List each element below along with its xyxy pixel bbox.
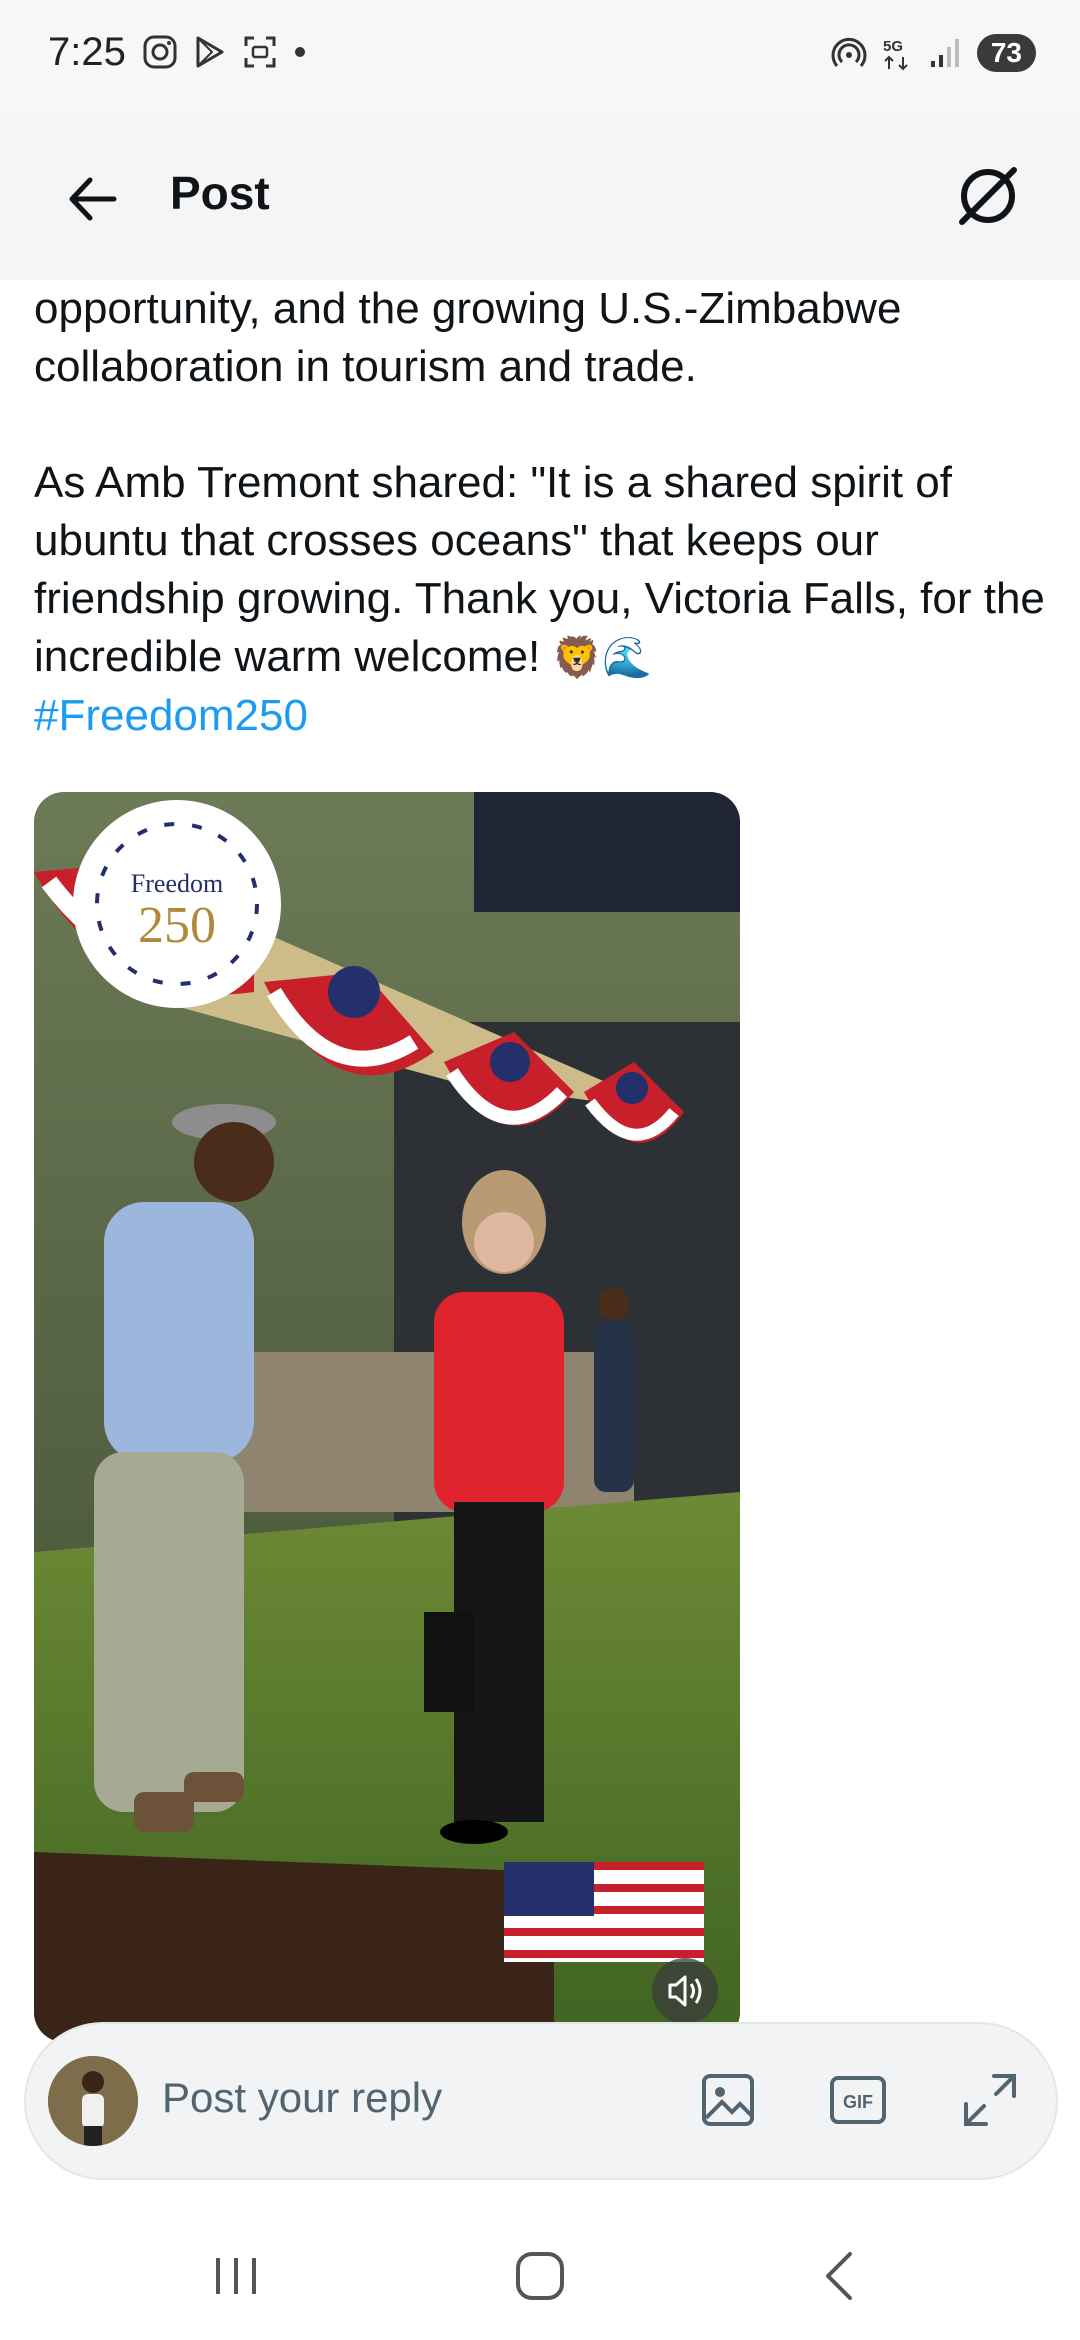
system-nav-bar [0, 2200, 1080, 2340]
image-icon[interactable] [696, 2068, 760, 2132]
reply-input[interactable]: Post your reply [162, 2074, 442, 2122]
home-icon[interactable] [500, 2236, 580, 2316]
back-arrow-icon[interactable] [58, 164, 128, 234]
svg-text:5G: 5G [883, 38, 903, 55]
gif-icon[interactable]: GIF [826, 2068, 890, 2132]
5g-icon: 5G [883, 38, 908, 71]
badge-label: Freedom [131, 869, 223, 898]
post-text-paragraph-1: opportunity, and the growing U.S.-Zimbab… [34, 284, 902, 391]
us-flag [504, 1862, 704, 1962]
post-text: opportunity, and the growing U.S.-Zimbab… [34, 280, 1054, 803]
page-title: Post [170, 167, 270, 219]
mute-button[interactable] [652, 1958, 718, 2024]
recent-apps-icon[interactable] [196, 2236, 276, 2316]
status-icons-right: 5G 73 [831, 34, 1036, 72]
person-background [594, 1322, 634, 1492]
battery-indicator: 73 [976, 34, 1036, 72]
gif-label: GIF [843, 2092, 873, 2112]
grok-icon[interactable] [948, 156, 1028, 236]
post-text-paragraph-2: As Amb Tremont shared: "It is a shared s… [34, 454, 1054, 745]
hashtag-link[interactable]: #Freedom250 [34, 691, 308, 740]
instagram-icon [143, 35, 177, 69]
post-header: Post [0, 112, 1080, 280]
post-video[interactable]: Freedom 250 [34, 792, 740, 2040]
status-time: 7:25 [48, 30, 126, 74]
signal-icon [930, 39, 959, 67]
back-icon[interactable] [800, 2236, 880, 2316]
status-bar: 7:25 5G 73 [0, 0, 1080, 112]
post-emojis: 🦁🌊 [552, 636, 653, 680]
play-store-icon [196, 36, 224, 68]
hotspot-icon [831, 37, 867, 67]
screenshot-icon [244, 36, 276, 68]
video-frame: Freedom 250 [34, 792, 740, 2040]
post-content: opportunity, and the growing U.S.-Zimbab… [0, 280, 1080, 2040]
status-icons-left [142, 34, 308, 70]
expand-icon[interactable] [958, 2068, 1022, 2132]
freedom-250-badge: Freedom 250 [73, 800, 281, 1008]
avatar[interactable] [48, 2056, 138, 2146]
dot-icon [295, 47, 305, 57]
volume-icon [668, 1975, 702, 2007]
post-text-quote: As Amb Tremont shared: "It is a shared s… [34, 458, 1045, 681]
reply-bar: Post your reply GIF [24, 2022, 1058, 2180]
badge-number: 250 [138, 897, 216, 954]
